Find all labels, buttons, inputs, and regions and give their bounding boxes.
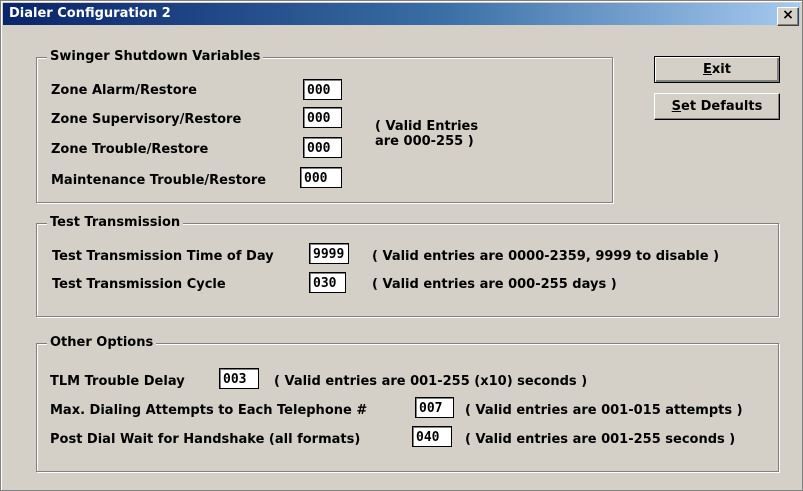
set-defaults-mnemonic: S xyxy=(671,99,682,114)
test-cycle-field[interactable]: 030 xyxy=(309,272,346,293)
max-dialing-attempts-hint: ( Valid entries are 001-015 attempts ) xyxy=(465,403,743,418)
tlm-trouble-delay-label: TLM Trouble Delay xyxy=(50,374,185,389)
tlm-trouble-delay-hint: ( Valid entries are 001-255 (x10) second… xyxy=(274,374,588,389)
swinger-hint-line2: are 000-255 ) xyxy=(375,134,474,149)
maintenance-trouble-label: Maintenance Trouble/Restore xyxy=(51,173,267,188)
test-time-of-day-field[interactable]: 9999 xyxy=(309,243,349,264)
tlm-trouble-delay-field[interactable]: 003 xyxy=(219,368,259,389)
zone-alarm-field[interactable]: 000 xyxy=(303,79,342,100)
zone-supervisory-field[interactable]: 000 xyxy=(303,107,342,128)
set-defaults-button[interactable]: Set Defaults xyxy=(654,93,780,120)
maintenance-trouble-field[interactable]: 000 xyxy=(300,167,342,188)
exit-mnemonic: E xyxy=(703,62,712,77)
set-defaults-label: et Defaults xyxy=(681,99,763,114)
swinger-hint-line1: ( Valid Entries xyxy=(375,119,479,134)
close-icon: × xyxy=(782,7,794,23)
test-time-of-day-hint: ( Valid entries are 0000-2359, 9999 to d… xyxy=(372,249,720,264)
test-cycle-label: Test Transmission Cycle xyxy=(52,277,226,292)
zone-trouble-field[interactable]: 000 xyxy=(303,137,342,158)
test-transmission-group: Test Transmission xyxy=(36,215,779,317)
post-dial-wait-field[interactable]: 040 xyxy=(412,426,452,447)
zone-trouble-label: Zone Trouble/Restore xyxy=(51,142,209,157)
test-transmission-legend: Test Transmission xyxy=(47,215,184,230)
close-button[interactable]: × xyxy=(777,7,799,26)
max-dialing-attempts-field[interactable]: 007 xyxy=(415,397,454,418)
post-dial-wait-label: Post Dial Wait for Handshake (all format… xyxy=(50,432,361,447)
post-dial-wait-hint: ( Valid entries are 001-255 seconds ) xyxy=(465,432,736,447)
title-bar[interactable]: Dialer Configuration 2 × xyxy=(3,3,800,26)
window-title: Dialer Configuration 2 xyxy=(9,6,171,21)
exit-button[interactable]: Exit xyxy=(654,56,780,83)
zone-alarm-label: Zone Alarm/Restore xyxy=(51,83,197,98)
test-time-of-day-label: Test Transmission Time of Day xyxy=(52,249,274,264)
zone-supervisory-label: Zone Supervisory/Restore xyxy=(51,112,242,127)
test-cycle-hint: ( Valid entries are 000-255 days ) xyxy=(372,277,617,292)
swinger-shutdown-legend: Swinger Shutdown Variables xyxy=(47,49,264,64)
other-options-legend: Other Options xyxy=(47,335,157,350)
dialog-window: Dialer Configuration 2 × Exit Set Defaul… xyxy=(0,0,803,491)
exit-label: xit xyxy=(711,62,731,77)
max-dialing-attempts-label: Max. Dialing Attempts to Each Telephone … xyxy=(50,403,368,418)
